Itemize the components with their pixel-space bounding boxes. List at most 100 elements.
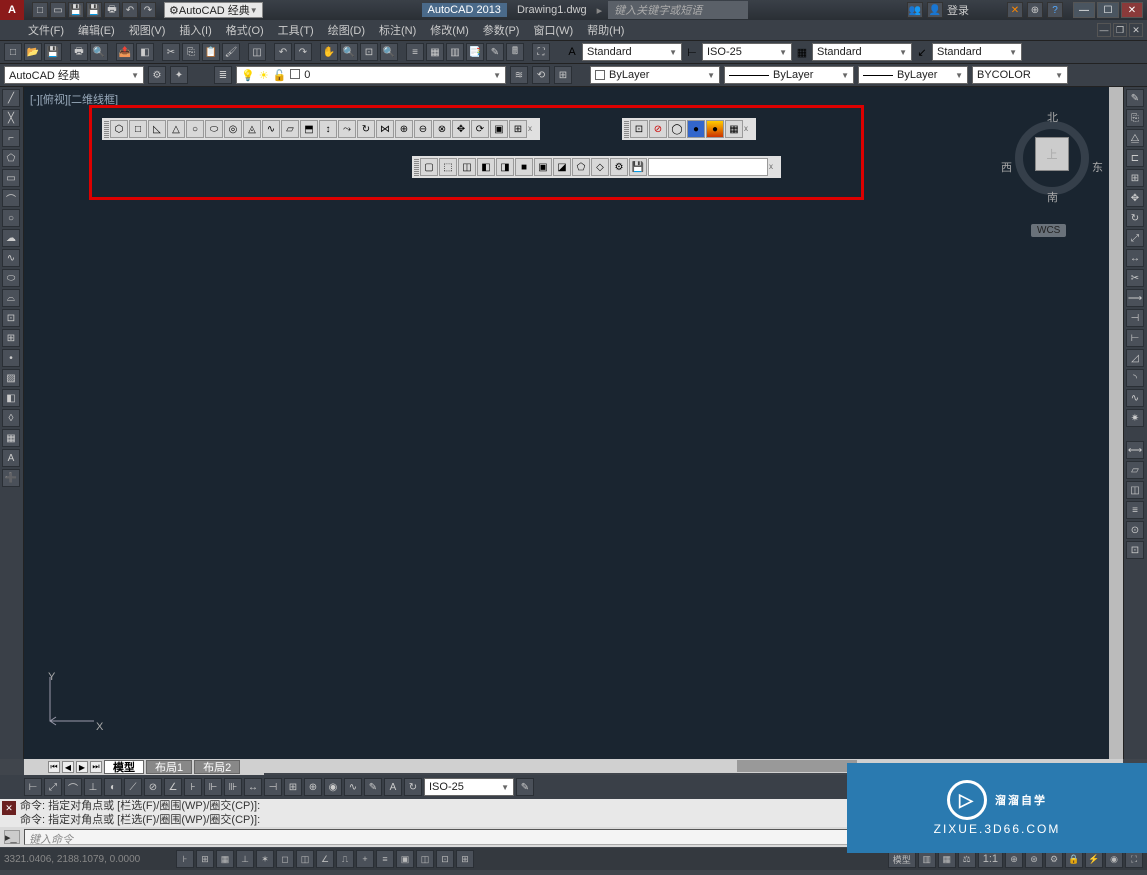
redo-icon[interactable]: ↷ <box>140 2 156 18</box>
toolbar-close-icon[interactable]: x <box>769 162 779 172</box>
cleanscreen-icon[interactable]: ⛶ <box>532 43 550 61</box>
vs-shadesofgray-icon[interactable]: ◪ <box>553 158 571 176</box>
ellipse-icon[interactable]: ⬭ <box>2 269 20 287</box>
lwt-icon[interactable]: ≡ <box>376 850 394 868</box>
revcloud-icon[interactable]: ☁ <box>2 229 20 247</box>
extrude-icon[interactable]: ⬒ <box>300 120 318 138</box>
renderpreset-icon[interactable]: ● <box>706 120 724 138</box>
renderenv-icon[interactable]: ● <box>687 120 705 138</box>
line-icon[interactable]: ╱ <box>2 89 20 107</box>
pan-icon[interactable]: ✋ <box>320 43 338 61</box>
centermark-icon[interactable]: ⊕ <box>304 778 322 796</box>
tab-first-icon[interactable]: ⏮ <box>48 761 60 773</box>
layer-match-icon[interactable]: ⊞ <box>554 66 572 84</box>
blend-icon[interactable]: ∿ <box>1126 389 1144 407</box>
save-icon[interactable]: 💾 <box>68 2 84 18</box>
copy-obj-icon[interactable]: ⎘ <box>1126 109 1144 127</box>
viewcube-east[interactable]: 东 <box>1092 159 1103 175</box>
vertical-scrollbar[interactable] <box>1109 87 1123 759</box>
viewcube[interactable]: 北 南 东 西 上 WCS <box>997 97 1107 237</box>
torus-icon[interactable]: ◎ <box>224 120 242 138</box>
intersect-icon[interactable]: ⊗ <box>433 120 451 138</box>
dyn-icon[interactable]: + <box>356 850 374 868</box>
undo-icon[interactable]: ↶ <box>274 43 292 61</box>
pline-icon[interactable]: ⌐ <box>2 129 20 147</box>
menu-file[interactable]: 文件(F) <box>28 22 64 38</box>
dimtedit-icon[interactable]: A <box>384 778 402 796</box>
plotstyle-dropdown[interactable]: BYCOLOR ▼ <box>972 66 1068 84</box>
layer-manager-icon[interactable]: ≣ <box>214 66 232 84</box>
ellipsearc-icon[interactable]: ⌓ <box>2 289 20 307</box>
dimdiameter-icon[interactable]: ⊘ <box>144 778 162 796</box>
menu-edit[interactable]: 编辑(E) <box>78 22 115 38</box>
sphere-icon[interactable]: ○ <box>186 120 204 138</box>
explode-icon[interactable]: ✷ <box>1126 409 1144 427</box>
snap-icon[interactable]: ⊞ <box>196 850 214 868</box>
layer-previous-icon[interactable]: ⟲ <box>532 66 550 84</box>
coords-readout[interactable]: 3321.0406, 2188.1079, 0.0000 <box>4 854 174 865</box>
loft-icon[interactable]: ⋈ <box>376 120 394 138</box>
tab-last-icon[interactable]: ⏭ <box>90 761 102 773</box>
qp-icon[interactable]: ◫ <box>416 850 434 868</box>
print-icon[interactable]: 🖶 <box>70 43 88 61</box>
dimordinate-icon[interactable]: ⊥ <box>84 778 102 796</box>
hide-icon[interactable]: ⊡ <box>630 120 648 138</box>
tab-layout2[interactable]: 布局2 <box>194 760 240 774</box>
print-icon[interactable]: 🖶 <box>104 2 120 18</box>
viewcube-south[interactable]: 南 <box>1047 189 1058 205</box>
rendercrop-icon[interactable]: ◯ <box>668 120 686 138</box>
layer-states-icon[interactable]: ≋ <box>510 66 528 84</box>
tab-model[interactable]: 模型 <box>104 760 144 774</box>
command-prompt-icon[interactable]: ▸_ <box>4 830 20 844</box>
menu-dimension[interactable]: 标注(N) <box>379 22 416 38</box>
stayconnected-icon[interactable]: ⊕ <box>1027 2 1043 18</box>
menu-window[interactable]: 窗口(W) <box>533 22 573 38</box>
color-dropdown[interactable]: ByLayer ▼ <box>590 66 720 84</box>
infer-icon[interactable]: ⊦ <box>176 850 194 868</box>
osnap-icon[interactable]: ◻ <box>276 850 294 868</box>
area-icon[interactable]: ▱ <box>1126 461 1144 479</box>
join-icon[interactable]: ⊢ <box>1126 329 1144 347</box>
makeblock-icon[interactable]: ⊞ <box>2 329 20 347</box>
spline-icon[interactable]: ∿ <box>2 249 20 267</box>
open-icon[interactable]: 📂 <box>24 43 42 61</box>
toolpalette-icon[interactable]: ▥ <box>446 43 464 61</box>
distance-icon[interactable]: ⟷ <box>1126 441 1144 459</box>
toolbar-grip[interactable] <box>414 158 419 176</box>
dimangular-icon[interactable]: ∠ <box>164 778 182 796</box>
cut-icon[interactable]: ✂ <box>162 43 180 61</box>
window-close-button[interactable]: ✕ <box>1121 2 1143 18</box>
trim-icon[interactable]: ✂ <box>1126 269 1144 287</box>
3drotate-icon[interactable]: ⟳ <box>471 120 489 138</box>
drawingutil-icon[interactable]: ⊡ <box>1126 541 1144 559</box>
chamfer-icon[interactable]: ◿ <box>1126 349 1144 367</box>
locate-icon[interactable]: ⊙ <box>1126 521 1144 539</box>
otrack-icon[interactable]: ∠ <box>316 850 334 868</box>
xline-icon[interactable]: ╳ <box>2 109 20 127</box>
mleaderstyle-dropdown[interactable]: Standard ▼ <box>932 43 1022 61</box>
login-label[interactable]: 登录 <box>947 2 969 18</box>
zoom-window-icon[interactable]: ⊡ <box>360 43 378 61</box>
workspace-save-icon[interactable]: ✦ <box>170 66 188 84</box>
wcs-badge[interactable]: WCS <box>1031 224 1066 237</box>
3dosnap-icon[interactable]: ◫ <box>296 850 314 868</box>
dimstyle-manager-icon[interactable]: ✎ <box>516 778 534 796</box>
help-search-input[interactable]: 键入关键字或短语 <box>608 1 748 19</box>
qdim-icon[interactable]: ⊦ <box>184 778 202 796</box>
dimbaseline-icon[interactable]: ⊩ <box>204 778 222 796</box>
dimspace-icon[interactable]: ↔ <box>244 778 262 796</box>
workspace-dropdown[interactable]: ⚙ AutoCAD 经典 ▼ <box>164 2 263 18</box>
blockeditor-icon[interactable]: ◫ <box>248 43 266 61</box>
signin-icon[interactable]: 👤 <box>927 2 943 18</box>
erase-icon[interactable]: ✎ <box>1126 89 1144 107</box>
rectangle-icon[interactable]: ▭ <box>2 169 20 187</box>
menu-insert[interactable]: 插入(I) <box>179 22 211 38</box>
3dmove-icon[interactable]: ✥ <box>452 120 470 138</box>
array-icon[interactable]: ⊞ <box>1126 169 1144 187</box>
matchprop-icon[interactable]: 🖌 <box>222 43 240 61</box>
vs-wireframe-icon[interactable]: ⬚ <box>439 158 457 176</box>
dimarc-icon[interactable]: ⌒ <box>64 778 82 796</box>
sc-icon[interactable]: ⊡ <box>436 850 454 868</box>
vs-hidden-icon[interactable]: ◫ <box>458 158 476 176</box>
dimupdate-icon[interactable]: ↻ <box>404 778 422 796</box>
